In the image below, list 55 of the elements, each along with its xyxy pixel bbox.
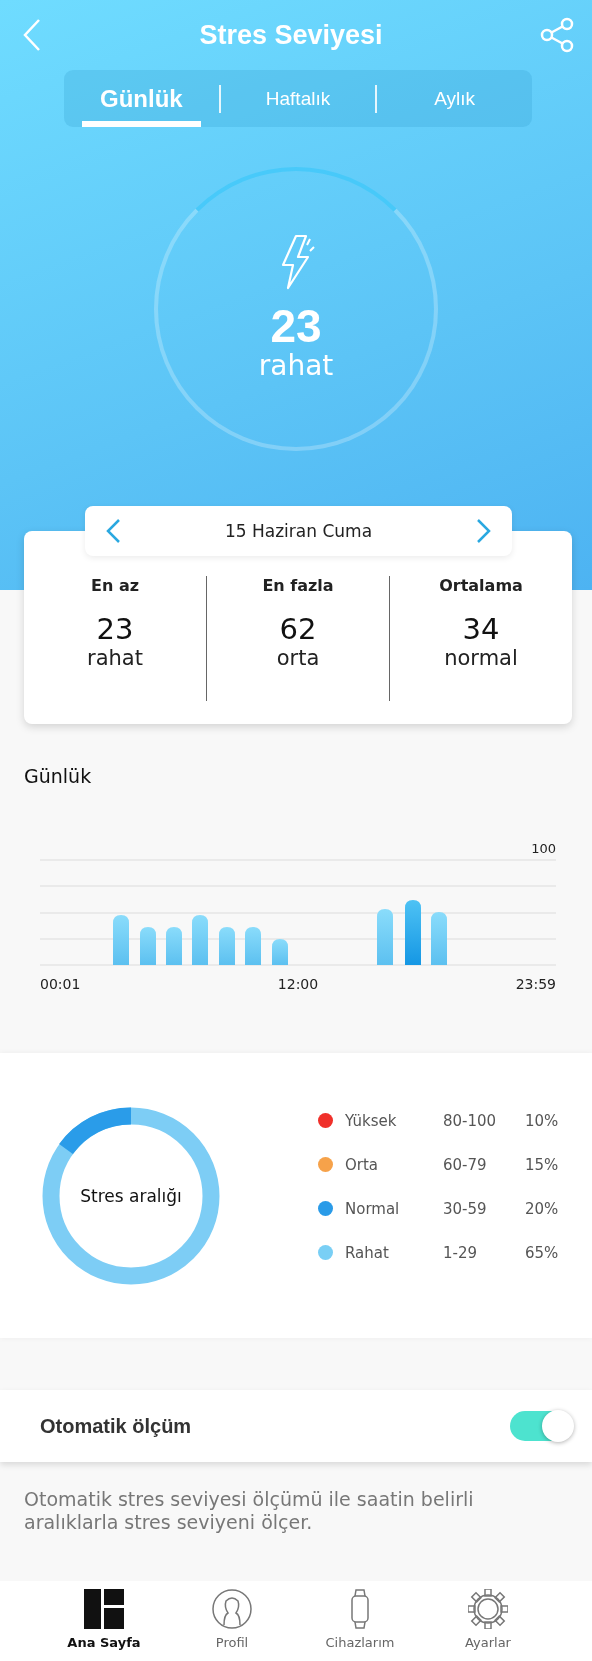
stress-status: rahat: [258, 351, 334, 381]
description-text: Otomatik stres seviyesi ölçümü ile saatin belirli aralıklarla stres seviyeni ölçer.: [24, 1488, 475, 1534]
dashboard-icon: [84, 1589, 124, 1629]
legend-range: 60-79: [443, 1154, 488, 1176]
stat-status: rahat: [87, 646, 143, 670]
stat-status: normal: [444, 646, 518, 670]
chart-bar: [245, 927, 261, 965]
back-button[interactable]: [22, 18, 42, 52]
stress-value: 23: [270, 301, 322, 351]
stat-status: orta: [276, 646, 320, 670]
nav-item[interactable]: Ayarlar: [424, 1581, 552, 1661]
chart-bar: [219, 927, 235, 965]
next-day-button[interactable]: [476, 518, 492, 544]
axis-label: 23:59: [515, 976, 556, 992]
nav-item[interactable]: Ana Sayfa: [40, 1581, 168, 1661]
legend-name: Orta: [345, 1154, 380, 1176]
nav-item[interactable]: Profil: [168, 1581, 296, 1661]
chart-bar: [113, 915, 129, 965]
stat-label: En az: [91, 576, 139, 596]
date-label: 15 Haziran Cuma: [224, 521, 373, 541]
legend-name: Normal: [345, 1198, 401, 1220]
settings-icon: [468, 1589, 508, 1629]
legend-range: 80-100: [443, 1110, 498, 1132]
donut-label: Stres aralığı: [80, 1185, 182, 1206]
legend-percent: 20%: [525, 1198, 559, 1220]
stat-value: 34: [462, 612, 500, 646]
screen-title: Stres Seviyesi: [199, 19, 383, 51]
legend-name: Rahat: [345, 1242, 390, 1264]
axis-label: 100: [530, 840, 556, 858]
stat-label: Ortalama: [439, 576, 523, 596]
chart-bar: [166, 927, 182, 965]
axis-label: 12:00: [277, 976, 319, 992]
legend-percent: 15%: [525, 1154, 559, 1176]
stat-value: 62: [279, 612, 317, 646]
legend-range: 1-29: [443, 1242, 479, 1264]
nav-item[interactable]: Cihazlarım: [296, 1581, 424, 1661]
chart-bar: [140, 927, 156, 965]
share-button[interactable]: [540, 17, 574, 53]
setting-label: Otomatik ölçüm: [40, 1414, 192, 1438]
person-icon: [212, 1589, 252, 1629]
chart-bar: [192, 915, 208, 965]
chart-bar: [272, 939, 288, 965]
chart-bar: [431, 912, 447, 965]
legend-range: 30-59: [443, 1198, 488, 1220]
stat-label: En fazla: [262, 576, 334, 596]
stat-value: 23: [96, 612, 134, 646]
legend-name: Yüksek: [345, 1110, 398, 1132]
legend-percent: 65%: [525, 1242, 559, 1264]
previous-day-button[interactable]: [105, 518, 121, 544]
legend-percent: 10%: [525, 1110, 559, 1132]
chart-bar: [405, 900, 421, 965]
toggle-switch[interactable]: [510, 1411, 572, 1441]
chart-bar: [377, 909, 393, 965]
axis-label: 00:01: [40, 976, 81, 992]
section-title: Günlük: [24, 764, 93, 788]
